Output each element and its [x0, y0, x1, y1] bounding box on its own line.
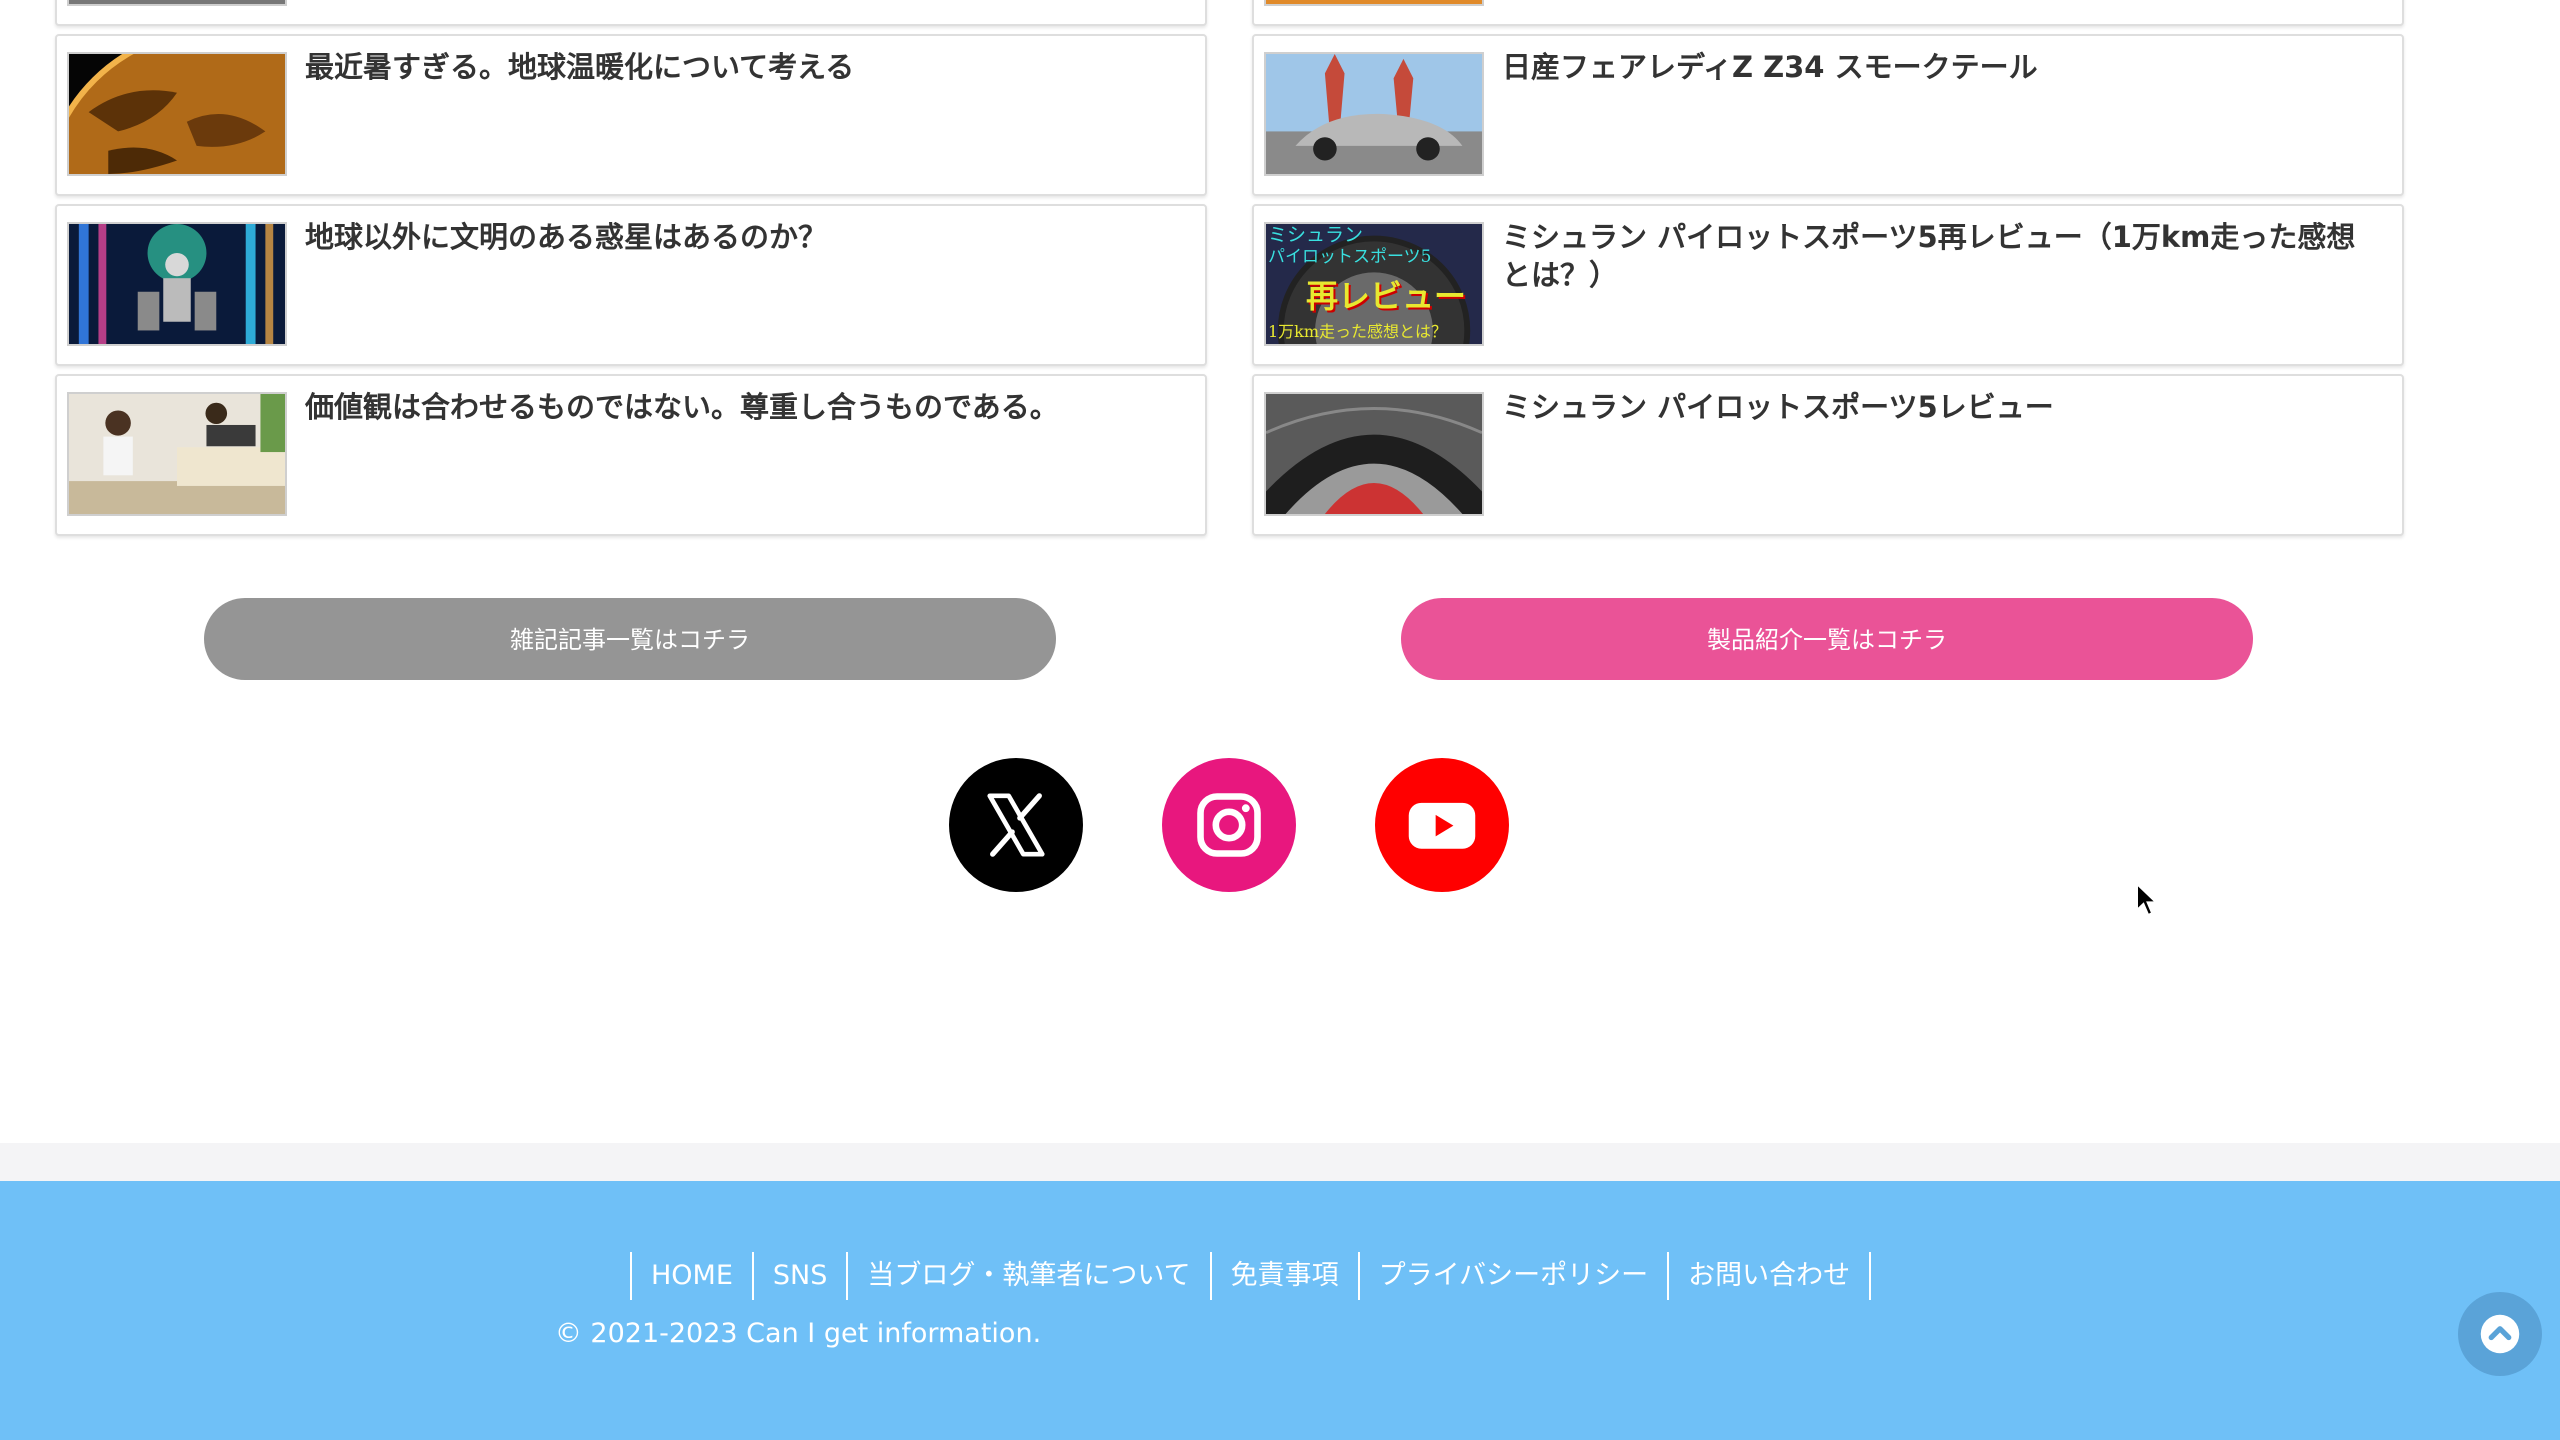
article-card[interactable]: 日産フェアレディZ Z34 スモークテール [1252, 34, 2404, 196]
thumbnail-text-top: ミシュラン [1268, 224, 1364, 246]
article-card-partial-right[interactable] [1252, 0, 2404, 26]
article-title: 日産フェアレディZ Z34 スモークテール [1502, 50, 2038, 84]
footer-link-home[interactable]: HOME [632, 1252, 754, 1300]
copyright: © 2021-2023 Can I get information. [554, 1318, 1042, 1349]
instagram-icon [1197, 793, 1261, 857]
article-card[interactable]: 価値観は合わせるものではない。尊重し合うものである。 [55, 374, 1207, 536]
footer-link-contact[interactable]: お問い合わせ [1669, 1252, 1872, 1300]
robot-thumbnail [67, 222, 287, 346]
article-title: 最近暑すぎる。地球温暖化について考える [305, 50, 855, 84]
footer-link-privacy[interactable]: プライバシーポリシー [1360, 1252, 1670, 1300]
mouse-cursor-icon [2136, 882, 2159, 917]
car-thumbnail [1264, 52, 1484, 176]
footer-link-about[interactable]: 当ブログ・執筆者について [848, 1252, 1212, 1300]
partial-thumbnail [67, 0, 287, 6]
tire-thumbnail [1264, 392, 1484, 516]
footer-link-disclaimer[interactable]: 免責事項 [1212, 1252, 1360, 1300]
article-title: ミシュラン パイロットスポーツ5再レビュー（1万km走った感想とは？） [1502, 220, 2356, 292]
youtube-link[interactable] [1375, 758, 1509, 892]
article-title: 地球以外に文明のある惑星はあるのか？ [305, 220, 828, 254]
x-link[interactable] [949, 758, 1083, 892]
article-card-partial-left[interactable] [55, 0, 1207, 26]
article-card[interactable]: 地球以外に文明のある惑星はあるのか？ [55, 204, 1207, 366]
planet-thumbnail [67, 52, 287, 176]
article-title: 価値観は合わせるものではない。尊重し合うものである。 [305, 390, 1059, 424]
thumbnail-text-bottom: 1万km走った感想とは？ [1268, 322, 1448, 341]
article-title: ミシュラン パイロットスポーツ5レビュー [1502, 390, 2054, 424]
tire-review-thumbnail: ミシュラン パイロットスポーツ5 再レビュー 1万km走った感想とは？ [1264, 222, 1484, 346]
thumbnail-text-big: 再レビュー [1306, 277, 1467, 315]
article-card[interactable]: ミシュラン パイロットスポーツ5 再レビュー 1万km走った感想とは？ ミシュラ… [1252, 204, 2404, 366]
scroll-to-top-button[interactable] [2458, 1292, 2542, 1376]
products-articles-button[interactable]: 製品紹介一覧はコチラ [1401, 598, 2253, 680]
couple-thumbnail [67, 392, 287, 516]
partial-thumbnail [1264, 0, 1484, 6]
footer-spacer [0, 1143, 2560, 1181]
chevron-up-icon [2480, 1314, 2520, 1354]
youtube-icon [1408, 802, 1476, 849]
footer [0, 1181, 2560, 1440]
x-icon [987, 793, 1045, 857]
footer-nav: HOME SNS 当ブログ・執筆者について 免責事項 プライバシーポリシー お問… [630, 1252, 1872, 1300]
instagram-link[interactable] [1162, 758, 1296, 892]
misc-articles-button[interactable]: 雑記記事一覧はコチラ [204, 598, 1056, 680]
article-card[interactable]: 最近暑すぎる。地球温暖化について考える [55, 34, 1207, 196]
article-card[interactable]: ミシュラン パイロットスポーツ5レビュー [1252, 374, 2404, 536]
footer-link-sns[interactable]: SNS [754, 1252, 849, 1300]
thumbnail-text-mid: パイロットスポーツ5 [1268, 247, 1432, 267]
